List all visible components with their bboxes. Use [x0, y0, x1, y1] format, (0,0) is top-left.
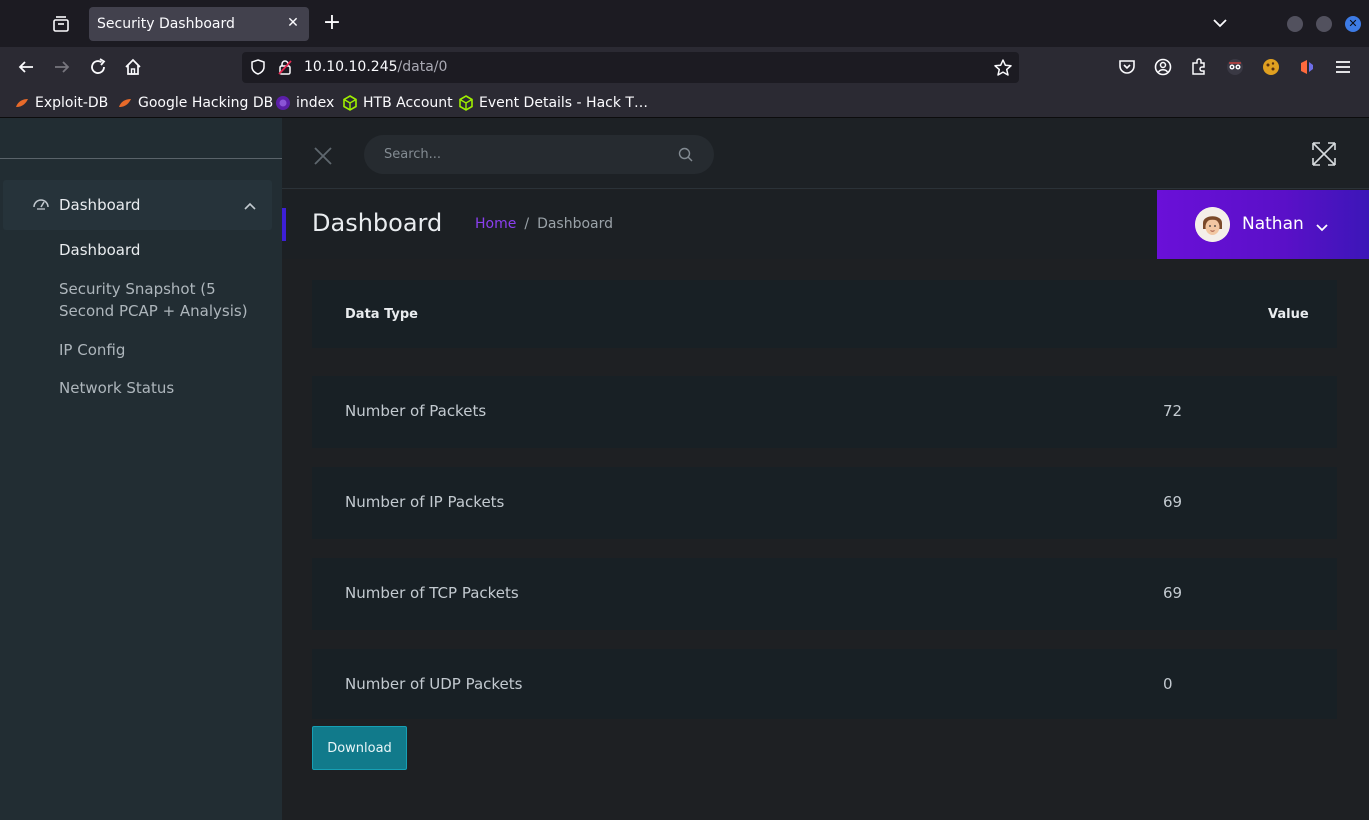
table-header-row: Data Type Value — [312, 280, 1337, 348]
bookmark-label: HTB Account — [363, 95, 453, 111]
table-row: Number of Packets 72 — [312, 376, 1337, 448]
search-icon[interactable] — [678, 147, 693, 166]
htb-icon — [459, 95, 473, 111]
browser-tab[interactable]: Security Dashboard ✕ — [89, 7, 309, 41]
header-accent-bar — [282, 208, 286, 241]
bookmark-label: Google Hacking DB — [138, 95, 274, 111]
htb-icon — [343, 95, 357, 111]
browser-window: Security Dashboard ✕ + ✕ 10.10.10.245/da… — [0, 0, 1369, 820]
extension-cookie-icon[interactable] — [1261, 57, 1281, 77]
ghdb-icon — [119, 99, 131, 107]
minimize-icon[interactable] — [1287, 16, 1303, 32]
reload-icon[interactable] — [88, 57, 108, 77]
maximize-icon[interactable] — [1316, 16, 1332, 32]
tab-title: Security Dashboard — [97, 16, 235, 32]
back-icon[interactable] — [16, 57, 36, 77]
url-text[interactable]: 10.10.10.245/data/0 — [304, 59, 447, 75]
shield-icon[interactable] — [249, 58, 267, 80]
tab-list-icon[interactable] — [50, 13, 72, 35]
row-label: Number of Packets — [345, 402, 487, 420]
forward-icon[interactable] — [52, 57, 72, 77]
tab-close-icon[interactable]: ✕ — [285, 15, 301, 31]
sidebar-item-dashboard[interactable]: Dashboard — [59, 239, 264, 261]
sidebar-item-security-snapshot[interactable]: Security Snapshot (5 Second PCAP + Analy… — [59, 278, 264, 322]
bookmark-label: Event Details - Hack T… — [479, 95, 648, 111]
row-label: Number of TCP Packets — [345, 584, 519, 602]
dashboard-gauge-icon — [32, 196, 50, 216]
bookmark-index[interactable]: index — [275, 94, 334, 112]
row-label: Number of UDP Packets — [345, 675, 523, 693]
bookmark-star-icon[interactable] — [993, 58, 1013, 82]
url-host: 10.10.10.245 — [304, 59, 398, 75]
chevron-down-icon[interactable] — [1210, 13, 1230, 33]
extension-wappalyzer-icon[interactable] — [1297, 57, 1317, 77]
bookmark-exploit-db[interactable]: Exploit-DB — [14, 94, 108, 112]
breadcrumb: Home / Dashboard — [475, 216, 613, 232]
new-tab-icon[interactable]: + — [321, 12, 343, 34]
page-content: Dashboard Dashboard Security Snapshot (5… — [0, 118, 1369, 820]
sidebar-logo-area — [0, 118, 282, 159]
extension-spy-icon[interactable] — [1225, 57, 1245, 77]
row-value: 69 — [1163, 493, 1183, 511]
sidebar-item-network-status[interactable]: Network Status — [59, 377, 264, 399]
breadcrumb-home-link[interactable]: Home — [475, 216, 516, 232]
bookmarks-bar: Exploit-DB Google Hacking DB index HTB A… — [0, 88, 1369, 118]
breadcrumb-current: Dashboard — [537, 216, 614, 232]
user-menu[interactable]: Nathan — [1157, 190, 1369, 259]
bookmark-event-details[interactable]: Event Details - Hack T… — [458, 94, 648, 112]
index-icon — [276, 96, 290, 110]
chevron-down-icon — [1315, 219, 1329, 238]
page-title: Dashboard — [312, 209, 443, 237]
table-row: Number of IP Packets 69 — [312, 467, 1337, 539]
account-icon[interactable] — [1153, 57, 1173, 77]
bookmark-label: Exploit-DB — [35, 95, 109, 111]
tab-strip: Security Dashboard ✕ + ✕ — [0, 0, 1369, 47]
column-header-data-type: Data Type — [345, 307, 418, 322]
page-header: Dashboard Home / Dashboard Nathan — [282, 190, 1369, 259]
user-name: Nathan — [1242, 214, 1304, 234]
chevron-up-icon[interactable] — [243, 198, 257, 217]
row-label: Number of IP Packets — [345, 493, 505, 511]
insecure-lock-icon[interactable] — [276, 58, 294, 80]
url-bar[interactable]: 10.10.10.245/data/0 — [242, 52, 1019, 83]
home-icon[interactable] — [123, 57, 143, 77]
search-box — [364, 135, 714, 174]
extensions-icon[interactable] — [1189, 57, 1209, 77]
menu-icon[interactable] — [1333, 57, 1353, 77]
breadcrumb-separator: / — [524, 216, 530, 232]
table-row: Number of UDP Packets 0 — [312, 649, 1337, 719]
sidebar: Dashboard Dashboard Security Snapshot (5… — [0, 118, 282, 820]
sidebar-parent-label: Dashboard — [59, 196, 141, 214]
row-value: 0 — [1163, 675, 1173, 693]
row-value: 72 — [1163, 402, 1183, 420]
bookmark-htb-account[interactable]: HTB Account — [342, 94, 453, 112]
top-bar — [282, 118, 1369, 189]
exploit-db-icon — [16, 99, 28, 107]
bookmark-label: index — [296, 95, 335, 111]
column-header-value: Value — [1268, 307, 1309, 322]
bookmark-google-hacking-db[interactable]: Google Hacking DB — [117, 94, 273, 112]
row-value: 69 — [1163, 584, 1183, 602]
close-sidebar-icon[interactable] — [313, 146, 333, 170]
sidebar-item-ip-config[interactable]: IP Config — [59, 339, 264, 361]
table-row: Number of TCP Packets 69 — [312, 558, 1337, 630]
nav-bar: 10.10.10.245/data/0 — [0, 47, 1369, 88]
sidebar-item-dashboard-group[interactable]: Dashboard — [3, 180, 272, 230]
url-path: /data/0 — [397, 59, 448, 75]
avatar — [1195, 207, 1230, 242]
fullscreen-icon[interactable] — [1311, 141, 1337, 171]
close-icon[interactable]: ✕ — [1345, 16, 1361, 32]
download-button[interactable]: Download — [312, 726, 407, 770]
search-input[interactable] — [384, 144, 664, 164]
pocket-icon[interactable] — [1117, 57, 1137, 77]
